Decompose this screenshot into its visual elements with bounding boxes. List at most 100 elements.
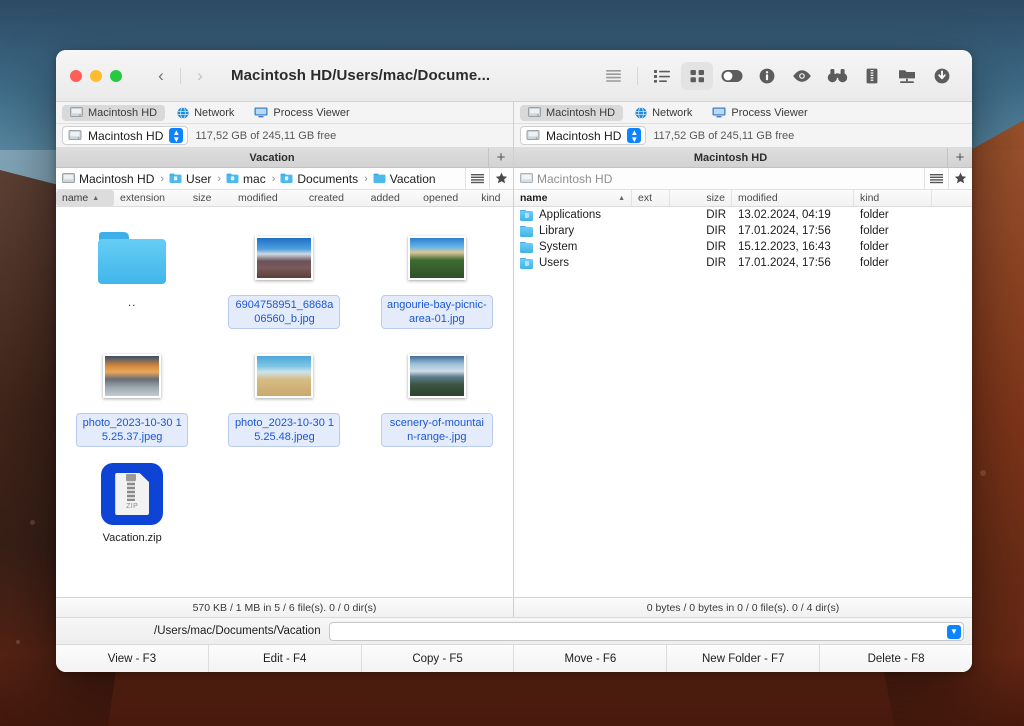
image-thumb (255, 345, 313, 407)
left-col-modified[interactable]: modified (232, 190, 303, 206)
right-col-name[interactable]: name ▲ (514, 190, 632, 206)
right-col-modified[interactable]: modified (732, 190, 854, 206)
breadcrumb-label: User (186, 172, 211, 186)
left-drive-tab-macintosh-hd[interactable]: Macintosh HD (62, 105, 165, 121)
info-icon[interactable] (751, 62, 783, 90)
folder-blue-icon (226, 173, 239, 184)
eye-icon[interactable] (786, 62, 818, 90)
view-button[interactable]: View - F3 (56, 645, 209, 672)
right-column-headers: name ▲ ext size modified kind (514, 190, 972, 207)
breadcrumb-item-macintosh-hd[interactable]: Macintosh HD › (62, 172, 166, 186)
left-col-created[interactable]: created (303, 190, 365, 206)
left-status-text: 570 KB / 1 MB in 5 / 6 file(s). 0 / 0 di… (56, 598, 514, 617)
archive-thumb: ZIP (101, 463, 163, 525)
binoculars-icon[interactable] (821, 62, 853, 90)
breadcrumb-label: mac (243, 172, 266, 186)
disk-icon (68, 130, 82, 141)
left-col-opened[interactable]: opened (417, 190, 475, 206)
left-col-name[interactable]: name ▲ (56, 190, 114, 206)
zip-file-icon: ZIP (101, 463, 163, 525)
grid-item[interactable]: scenery-of-mountain-range-.jpg (361, 339, 513, 457)
grid-item[interactable]: photo_2023-10-30 15.25.37.jpeg (56, 339, 208, 457)
back-icon[interactable]: ‹ (148, 63, 174, 89)
command-line-input[interactable]: ▼ (329, 622, 964, 641)
image-thumb (408, 345, 466, 407)
forward-icon[interactable]: › (187, 63, 213, 89)
breadcrumb-separator: › (160, 173, 164, 185)
left-drive-selector[interactable]: Macintosh HD ▲▼ (62, 126, 188, 145)
row-kind: folder (854, 225, 932, 237)
network-folder-icon[interactable] (891, 62, 923, 90)
table-row[interactable]: Applications DIR 13.02.2024, 04:19 folde… (514, 207, 972, 223)
grid-view-icon[interactable] (681, 62, 713, 90)
right-col-kind[interactable]: kind (854, 190, 932, 206)
menu-icon[interactable] (597, 62, 629, 90)
edit-button[interactable]: Edit - F4 (209, 645, 362, 672)
left-list-options-icon[interactable] (465, 168, 489, 190)
left-col-added[interactable]: added (365, 190, 418, 206)
folder-icon (520, 258, 533, 269)
breadcrumb-item-users[interactable]: User › (169, 172, 223, 186)
move-button[interactable]: Move - F6 (514, 645, 667, 672)
breadcrumb-item-mac[interactable]: mac › (226, 172, 277, 186)
chevron-down-icon[interactable]: ▼ (947, 625, 961, 639)
grid-item[interactable]: photo_2023-10-30 15.25.48.jpeg (208, 339, 360, 457)
left-new-tab-button[interactable]: + (489, 148, 513, 167)
right-new-tab-button[interactable]: + (948, 148, 972, 167)
left-drive-tab-network[interactable]: Network (169, 105, 242, 121)
disk-icon (62, 173, 75, 184)
delete-button[interactable]: Delete - F8 (820, 645, 972, 672)
grid-item[interactable]: ZIP Vacation.zip (56, 457, 208, 555)
left-drive-tab-process-viewer[interactable]: Process Viewer (246, 105, 357, 121)
disk-icon (520, 173, 533, 184)
right-col-ext[interactable]: ext (632, 190, 670, 206)
zoom-button[interactable] (110, 70, 122, 82)
right-drive-selector[interactable]: Macintosh HD ▲▼ (520, 126, 646, 145)
download-icon[interactable] (926, 62, 958, 90)
zip-icon[interactable] (856, 62, 888, 90)
grid-item[interactable]: 6904758951_6868a06560_b.jpg (208, 221, 360, 339)
copy-button[interactable]: Copy - F5 (362, 645, 515, 672)
right-drive-bar: Macintosh HD ▲▼ 117,52 GB of 245,11 GB f… (514, 124, 972, 148)
right-col-size[interactable]: size (670, 190, 732, 206)
left-col-kind[interactable]: kind (475, 190, 513, 206)
close-button[interactable] (70, 70, 82, 82)
left-file-grid[interactable]: .. 6904758951_6868a06560_b.jpg angourie-… (56, 207, 513, 597)
right-drive-tab-network[interactable]: Network (627, 105, 700, 121)
folder-icon (98, 232, 166, 284)
table-row[interactable]: Users DIR 17.01.2024, 17:56 folder (514, 255, 972, 271)
right-tab-macintosh-hd[interactable]: Macintosh HD (514, 148, 948, 167)
left-favorite-star-icon[interactable] (489, 168, 513, 190)
breadcrumb-label: Vacation (390, 172, 436, 186)
row-modified: 17.01.2024, 17:56 (732, 225, 854, 237)
toggle-icon[interactable] (716, 62, 748, 90)
photo-thumbnail (408, 236, 466, 280)
left-column-headers: name ▲ extension size modified created a… (56, 190, 513, 207)
breadcrumb-item-macintosh-hd[interactable]: Macintosh HD (520, 172, 612, 186)
photo-thumbnail (408, 354, 466, 398)
new-folder-button[interactable]: New Folder - F7 (667, 645, 820, 672)
left-col-name-label: name (62, 192, 88, 204)
minimize-button[interactable] (90, 70, 102, 82)
right-file-list[interactable]: Applications DIR 13.02.2024, 04:19 folde… (514, 207, 972, 597)
breadcrumb-item-documents[interactable]: Documents › (280, 172, 369, 186)
table-row[interactable]: Library DIR 17.01.2024, 17:56 folder (514, 223, 972, 239)
left-tab-vacation[interactable]: Vacation (56, 148, 489, 167)
left-drive-tab-label: Process Viewer (273, 107, 349, 119)
right-list-options-icon[interactable] (924, 168, 948, 190)
grid-item[interactable]: .. (56, 221, 208, 339)
left-col-size[interactable]: size (187, 190, 232, 206)
right-drive-stepper-icon[interactable]: ▲▼ (627, 128, 641, 143)
image-thumb (408, 227, 466, 289)
row-name: System (539, 241, 577, 253)
left-drive-stepper-icon[interactable]: ▲▼ (169, 128, 183, 143)
left-col-extension[interactable]: extension (114, 190, 187, 206)
breadcrumb-item-vacation[interactable]: Vacation (373, 172, 436, 186)
table-row[interactable]: System DIR 15.12.2023, 16:43 folder (514, 239, 972, 255)
grid-item[interactable]: angourie-bay-picnic-area-01.jpg (361, 221, 513, 339)
right-drive-tab-process-viewer[interactable]: Process Viewer (704, 105, 815, 121)
right-favorite-star-icon[interactable] (948, 168, 972, 190)
right-col-name-label: name (520, 192, 547, 204)
list-view-icon[interactable] (646, 62, 678, 90)
right-drive-tab-macintosh-hd[interactable]: Macintosh HD (520, 105, 623, 121)
